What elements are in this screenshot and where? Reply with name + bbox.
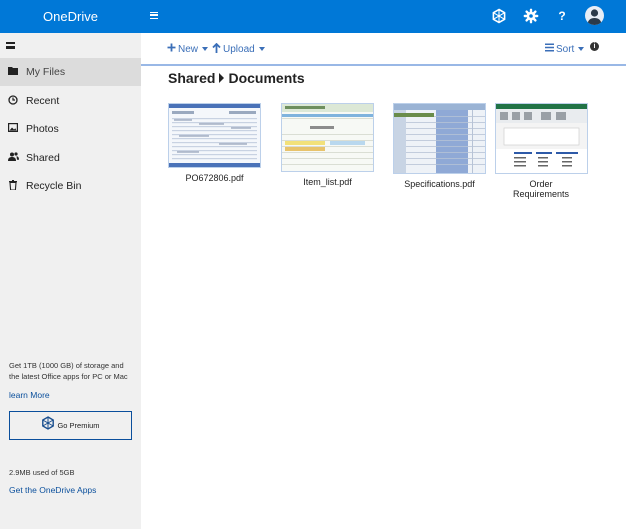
sidebar-item-label: Recycle Bin xyxy=(26,180,82,192)
top-bar: ? xyxy=(141,0,626,33)
upload-label: Upload xyxy=(223,43,255,55)
office-apps-icon[interactable] xyxy=(491,8,507,24)
onedrive-app: OneDrive My Files Recent Photos Shared R… xyxy=(0,0,626,529)
file-thumbnail xyxy=(168,103,261,168)
sidebar-item-shared[interactable]: Shared xyxy=(0,144,141,172)
file-tile[interactable]: PO672806.pdf xyxy=(168,103,261,183)
app-title[interactable]: OneDrive xyxy=(0,9,141,24)
sort-label: Sort xyxy=(556,43,575,55)
file-tile[interactable]: Order Requirements xyxy=(495,103,588,199)
new-label: New xyxy=(178,43,199,55)
file-thumbnail xyxy=(393,103,486,174)
settings-icon[interactable] xyxy=(523,8,539,24)
info-icon[interactable]: i xyxy=(590,42,599,51)
sidebar-item-label: My Files xyxy=(26,66,66,78)
brand-bar: OneDrive xyxy=(0,0,141,33)
image-icon xyxy=(0,123,26,135)
sidebar-item-label: Shared xyxy=(26,152,60,164)
sidebar-item-label: Photos xyxy=(26,123,59,135)
avatar[interactable] xyxy=(585,6,604,25)
chevron-down-icon xyxy=(258,47,265,51)
arrow-up-icon xyxy=(212,42,221,56)
sidebar: OneDrive My Files Recent Photos Shared R… xyxy=(0,0,141,529)
command-bar: New Upload Sort i xyxy=(141,33,626,66)
menu-icon[interactable] xyxy=(150,12,158,19)
file-name: Specifications.pdf xyxy=(404,179,475,189)
file-thumbnail xyxy=(281,103,374,172)
file-name: Order Requirements xyxy=(512,179,570,199)
file-name: PO672806.pdf xyxy=(185,173,244,183)
go-premium-button[interactable]: Go Premium xyxy=(9,411,132,440)
sidebar-menu-icon[interactable] xyxy=(6,42,15,49)
sidebar-item-recycle-bin[interactable]: Recycle Bin xyxy=(0,172,141,200)
go-premium-label: Go Premium xyxy=(57,421,100,430)
plus-icon xyxy=(167,43,176,55)
sidebar-item-photos[interactable]: Photos xyxy=(0,115,141,143)
sidebar-item-my-files[interactable]: My Files xyxy=(0,58,141,86)
file-tile[interactable]: Specifications.pdf xyxy=(393,103,486,189)
breadcrumb-current: Documents xyxy=(228,70,305,86)
get-apps-link[interactable]: Get the OneDrive Apps xyxy=(9,485,96,495)
storage-usage-text: 2.9MB used of 5GB xyxy=(9,468,75,477)
learn-more-link[interactable]: learn More xyxy=(9,390,50,400)
sidebar-item-recent[interactable]: Recent xyxy=(0,87,141,115)
breadcrumb-shared[interactable]: Shared xyxy=(168,70,215,86)
caret-right-icon xyxy=(219,73,225,83)
clock-icon xyxy=(0,94,26,108)
chevron-down-icon xyxy=(578,47,585,51)
sort-button[interactable]: Sort xyxy=(545,42,585,56)
list-icon xyxy=(545,43,554,55)
trash-icon xyxy=(0,179,26,193)
sidebar-menu-row xyxy=(0,36,141,56)
file-name: Item_list.pdf xyxy=(303,177,352,187)
folder-icon xyxy=(0,66,26,78)
breadcrumb: Shared Documents xyxy=(168,70,305,86)
file-tile[interactable]: Item_list.pdf xyxy=(281,103,374,187)
sidebar-item-label: Recent xyxy=(26,95,60,107)
upload-button[interactable]: Upload xyxy=(212,42,265,56)
help-icon[interactable]: ? xyxy=(554,8,570,24)
new-button[interactable]: New xyxy=(167,42,209,56)
storage-promo-text: Get 1TB (1000 GB) of storage and the lat… xyxy=(9,361,128,381)
chevron-down-icon xyxy=(202,47,209,51)
users-icon xyxy=(0,152,26,164)
office-logo-icon xyxy=(41,416,55,435)
file-thumbnail xyxy=(495,103,588,174)
